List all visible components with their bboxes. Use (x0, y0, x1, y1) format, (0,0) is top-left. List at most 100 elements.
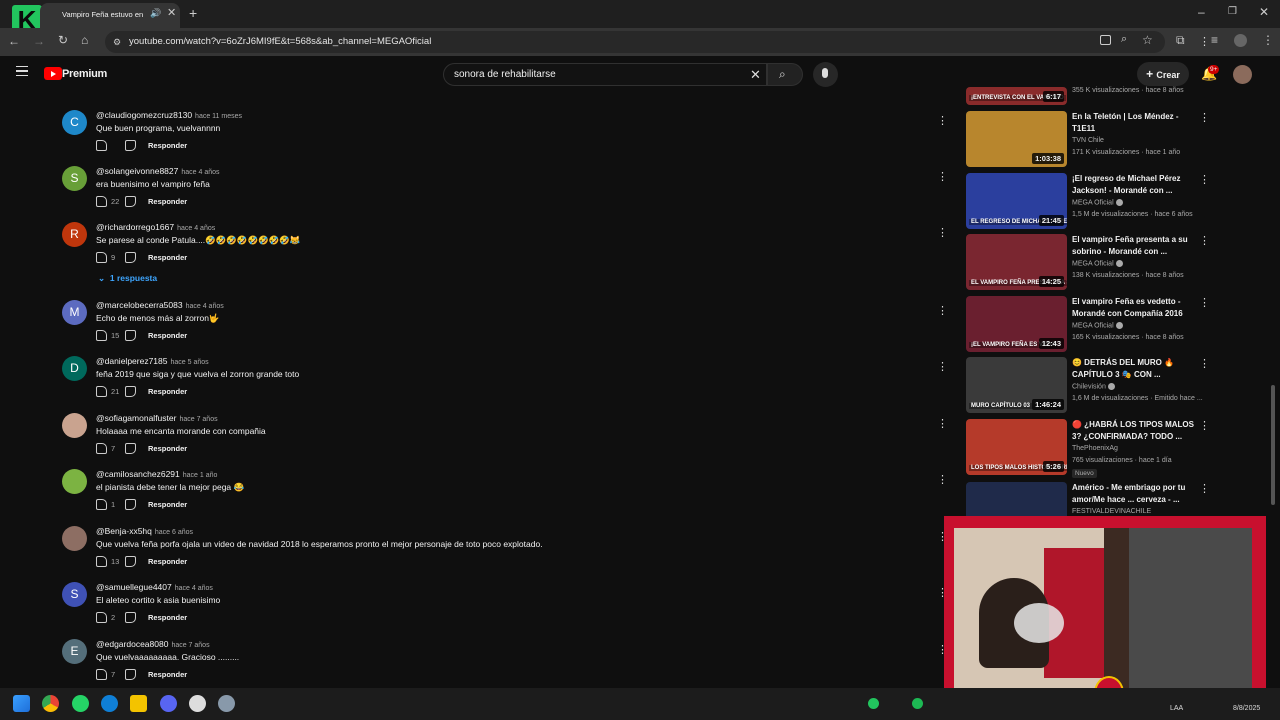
recommendation-item[interactable]: LOS TIPOS MALOS HISTORIA FRITRAGA5:26🔴 ¿… (966, 419, 1216, 478)
video-channel[interactable]: MEGA Oficial (1072, 260, 1123, 267)
comment-menu-icon[interactable]: ⋮ (937, 227, 948, 240)
video-thumbnail[interactable]: 1:03:38 (966, 111, 1067, 167)
comment-menu-icon[interactable]: ⋮ (937, 361, 948, 374)
comment-menu-icon[interactable]: ⋮ (937, 305, 948, 318)
page-scrollbar[interactable] (1271, 385, 1275, 505)
site-info-icon[interactable]: ⚙ (113, 31, 121, 53)
dislike-icon[interactable] (125, 612, 136, 623)
video-title[interactable]: Américo - Me embriago por tu amor/Me hac… (1072, 482, 1197, 505)
tray-icon-green[interactable] (868, 698, 879, 709)
video-title[interactable]: El vampiro Feña es vedetto - Morandé con… (1072, 296, 1197, 319)
video-channel[interactable]: ThePhoenixAg (1072, 445, 1118, 452)
comment-author[interactable]: @samuellegue4407 (96, 582, 172, 592)
reply-button[interactable]: Responder (148, 557, 187, 566)
video-thumbnail[interactable]: ¡ENTREVISTA CON EL VAMPIRO 6:17 (966, 87, 1067, 105)
browser-menu-icon[interactable]: ⋮ (1262, 33, 1274, 47)
video-menu-icon[interactable]: ⋮ (1199, 173, 1210, 186)
video-menu-icon[interactable]: ⋮ (1199, 296, 1210, 309)
comment-avatar[interactable] (62, 413, 87, 438)
comment-avatar[interactable] (62, 526, 87, 551)
like-icon[interactable] (96, 252, 107, 263)
new-tab-icon[interactable]: + (189, 5, 197, 21)
profile-icon[interactable] (1234, 34, 1247, 47)
recommendation-item[interactable]: ¡EL VAMPIRO FEÑA ES VEDE 12:43 El vampiro … (966, 296, 1216, 354)
like-icon[interactable] (96, 669, 107, 680)
dislike-icon[interactable] (125, 140, 136, 151)
video-thumbnail[interactable]: EL VAMPIRO FEÑA PRESENTA A SU 14:25 (966, 234, 1067, 290)
chrome-icon[interactable] (42, 695, 59, 712)
comment-avatar[interactable]: S (62, 582, 87, 607)
search-button[interactable]: ⌕ (767, 63, 803, 86)
reply-button[interactable]: Responder (148, 331, 187, 340)
comment-menu-icon[interactable]: ⋮ (937, 644, 948, 657)
reply-button[interactable]: Responder (148, 613, 187, 622)
recommendation-item[interactable]: EL REGRESO DE MICHAEL PÉREZ 21:45 ¡El regr… (966, 173, 1216, 231)
dislike-icon[interactable] (125, 499, 136, 510)
file-explorer-icon[interactable] (130, 695, 147, 712)
windows-start-icon[interactable] (13, 695, 30, 712)
reply-button[interactable]: Responder (148, 444, 187, 453)
comment-avatar[interactable]: D (62, 356, 87, 381)
like-icon[interactable] (96, 443, 107, 454)
comment-author[interactable]: @marcelobecerra5083 (96, 300, 183, 310)
channel-name[interactable]: FESTIVALDEVINACHILE (1072, 508, 1151, 515)
recommendation-item[interactable]: 1:03:38 En la Teletón | Los Méndez - T1E1… (966, 111, 1216, 169)
video-menu-icon[interactable]: ⋮ (1199, 357, 1210, 370)
video-menu-icon[interactable]: ⋮ (1199, 111, 1210, 124)
reply-button[interactable]: Responder (148, 387, 187, 396)
comment-time[interactable]: hace 7 años (179, 416, 217, 423)
comment-time[interactable]: hace 1 año (183, 472, 218, 479)
dislike-icon[interactable] (125, 556, 136, 567)
youtube-logo[interactable] (44, 67, 62, 80)
reply-button[interactable]: Responder (148, 253, 187, 262)
like-icon[interactable] (96, 386, 107, 397)
comment-author[interactable]: @danielperez7185 (96, 356, 168, 366)
comment-menu-icon[interactable]: ⋮ (937, 115, 948, 128)
dislike-icon[interactable] (125, 443, 136, 454)
view-replies-link[interactable]: ⌄ 1 respuesta (98, 273, 157, 284)
comment-avatar[interactable]: M (62, 300, 87, 325)
clear-search-icon[interactable]: ✕ (750, 64, 761, 85)
video-title[interactable]: El vampiro Feña presenta a su sobrino - … (1072, 234, 1197, 257)
comment-time[interactable]: hace 4 años (186, 303, 224, 310)
video-channel[interactable]: FESTIVALDEVINACHILE (1072, 508, 1151, 515)
video-thumbnail[interactable]: EL REGRESO DE MICHAEL PÉREZ 21:45 (966, 173, 1067, 229)
comment-avatar[interactable]: S (62, 166, 87, 191)
comment-time[interactable]: hace 4 años (181, 169, 219, 176)
video-thumbnail[interactable]: MURO CAPÍTULO 03 1:46:24 (966, 357, 1067, 413)
video-thumbnail[interactable]: LOS TIPOS MALOS HISTORIA FRITRAGA5:26 (966, 419, 1067, 475)
edge-icon[interactable] (101, 695, 118, 712)
comment-time[interactable]: hace 11 meses (195, 113, 242, 120)
comment-author[interactable]: @edgardocea8080 (96, 639, 168, 649)
like-icon[interactable] (96, 556, 107, 567)
dislike-icon[interactable] (125, 196, 136, 207)
channel-name[interactable]: MEGA Oficial (1072, 199, 1114, 206)
like-icon[interactable] (96, 330, 107, 341)
like-icon[interactable] (96, 140, 107, 151)
reload-icon[interactable]: ↻ (58, 33, 68, 47)
video-title[interactable]: En la Teletón | Los Méndez - T1E11 (1072, 111, 1197, 134)
obs-icon[interactable] (189, 695, 206, 712)
comment-avatar[interactable]: R (62, 222, 87, 247)
video-title[interactable]: 😊 DETRÁS DEL MURO 🔥 CAPÍTULO 3 🎭 CON ... (1072, 357, 1197, 380)
like-icon[interactable] (96, 612, 107, 623)
comment-author[interactable]: @solangeivonne8827 (96, 166, 178, 176)
recommendation-item[interactable]: ¡ENTREVISTA CON EL VAMPIRO 6:17 355 K visu… (966, 35, 1216, 105)
dislike-icon[interactable] (125, 669, 136, 680)
comment-menu-icon[interactable]: ⋮ (937, 418, 948, 431)
video-title[interactable]: ¡El regreso de Michael Pérez Jackson! - … (1072, 173, 1197, 196)
comment-avatar[interactable] (62, 469, 87, 494)
comment-menu-icon[interactable]: ⋮ (937, 531, 948, 544)
forward-icon[interactable]: → (33, 34, 45, 48)
dislike-icon[interactable] (125, 386, 136, 397)
home-icon[interactable]: ⌂ (81, 33, 88, 47)
create-button[interactable]: + Crear (1137, 62, 1189, 86)
channel-name[interactable]: Chilevisión (1072, 383, 1106, 390)
comment-time[interactable]: hace 4 años (175, 585, 213, 592)
comment-avatar[interactable]: C (62, 110, 87, 135)
comment-author[interactable]: @Benja-xx5hq (96, 526, 152, 536)
channel-name[interactable]: TVN Chile (1072, 137, 1104, 144)
tray-language[interactable]: LAA (1170, 705, 1183, 712)
comment-time[interactable]: hace 5 años (171, 359, 209, 366)
comment-time[interactable]: hace 4 años (177, 225, 215, 232)
